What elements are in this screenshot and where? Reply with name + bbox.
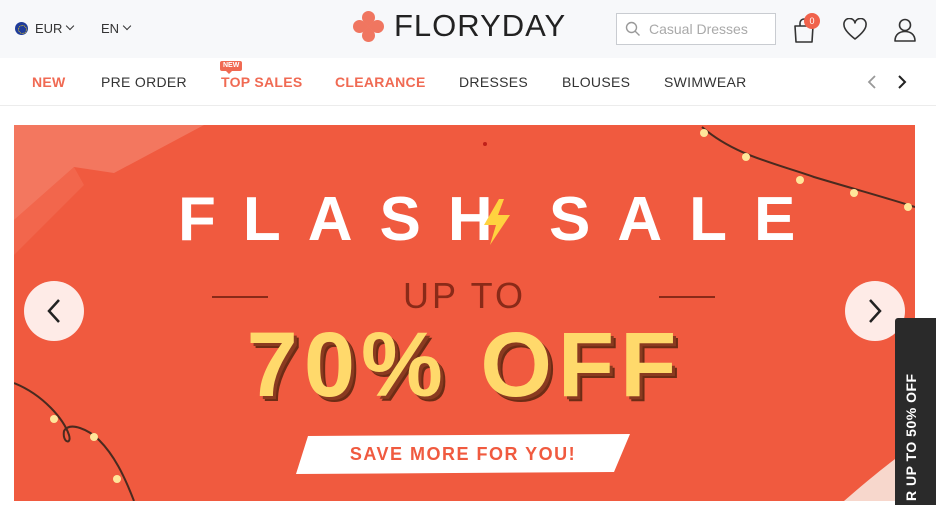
currency-label: EUR — [35, 20, 63, 36]
top-header: EUR EN FLORYDAY 0 — [0, 0, 936, 58]
side-promo-tab[interactable]: R UP TO 50% OFF — [895, 318, 936, 505]
nav-next-arrow-icon[interactable] — [893, 74, 909, 90]
main-nav: NEW PRE ORDER NEW TOP SALES CLEARANCE DR… — [0, 58, 936, 106]
nav-prev-arrow-icon[interactable] — [865, 74, 881, 90]
eu-flag-icon — [15, 21, 28, 35]
new-tag-badge: NEW — [220, 61, 243, 74]
search-icon[interactable] — [625, 21, 641, 37]
flower-logo-icon — [350, 8, 387, 45]
nav-item-new[interactable]: NEW — [32, 74, 66, 90]
cart-count-badge: 0 — [804, 13, 820, 29]
flash-sale-banner[interactable]: FLASH SALE UP TO 70% OFF SAVE MORE FOR Y… — [14, 125, 915, 501]
banner-title-flash: FLASH — [178, 185, 520, 254]
nav-item-dresses[interactable]: DRESSES — [459, 74, 528, 90]
nav-item-top-sales[interactable]: TOP SALES — [221, 74, 303, 90]
search-box[interactable] — [616, 13, 776, 45]
chevron-down-icon — [122, 21, 132, 31]
user-account-icon[interactable] — [893, 17, 917, 43]
carousel-prev-button[interactable] — [24, 281, 84, 341]
logo-text: FLORYDAY — [394, 8, 567, 43]
wishlist-heart-icon[interactable] — [842, 18, 868, 42]
currency-selector[interactable]: EUR — [15, 19, 75, 37]
search-input[interactable] — [649, 21, 769, 37]
nav-item-clearance[interactable]: CLEARANCE — [335, 74, 426, 90]
subtitle-line-right — [659, 296, 715, 298]
banner-title-sale: SALE — [549, 185, 823, 254]
banner-discount: 70% OFF — [246, 314, 683, 416]
chevron-right-icon — [869, 299, 882, 323]
nav-item-pre-order[interactable]: PRE ORDER — [101, 74, 187, 90]
nav-item-swimwear[interactable]: SWIMWEAR — [664, 74, 747, 90]
ribbon-text: SAVE MORE FOR YOU! — [349, 444, 577, 464]
banner-subtitle: UP TO — [402, 275, 527, 316]
site-logo[interactable]: FLORYDAY — [350, 8, 567, 45]
chevron-left-icon — [47, 299, 60, 323]
chevron-down-icon — [66, 21, 75, 31]
side-promo-text: R UP TO 50% OFF — [903, 373, 919, 501]
language-selector[interactable]: EN — [101, 19, 132, 37]
language-label: EN — [101, 20, 120, 36]
lightning-bolt-icon — [484, 199, 510, 245]
nav-item-blouses[interactable]: BLOUSES — [562, 74, 630, 90]
